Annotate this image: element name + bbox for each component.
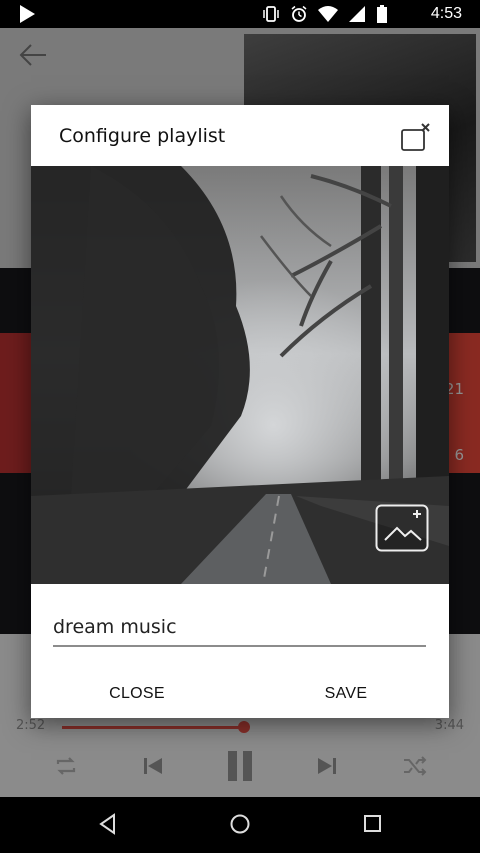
dialog-title: Configure playlist xyxy=(59,125,226,147)
signal-icon xyxy=(349,6,365,22)
configure-playlist-dialog: Configure playlist dream music CLOSE SAV… xyxy=(31,105,449,718)
navigation-bar xyxy=(0,797,480,853)
close-button[interactable]: CLOSE xyxy=(97,679,177,709)
elapsed-time: 2:52 xyxy=(16,718,46,733)
remove-image-icon[interactable] xyxy=(399,121,431,153)
pause-icon[interactable] xyxy=(226,750,254,782)
status-icons xyxy=(262,5,388,23)
battery-icon xyxy=(377,5,387,23)
playback-controls xyxy=(0,751,480,784)
status-bar: 4:53 xyxy=(0,0,480,28)
wifi-icon xyxy=(318,6,338,22)
song-thumbnail xyxy=(0,333,34,473)
status-time: 4:53 xyxy=(430,5,462,22)
vibrate-icon xyxy=(263,6,279,22)
skip-previous-icon[interactable] xyxy=(141,754,165,778)
nav-home-icon[interactable] xyxy=(229,813,251,835)
shuffle-icon[interactable] xyxy=(402,754,428,778)
play-icon xyxy=(20,5,35,23)
seek-handle[interactable] xyxy=(238,721,250,733)
total-time: 3:44 xyxy=(434,718,464,733)
playlist-name-input[interactable] xyxy=(53,613,426,647)
nav-back-icon[interactable] xyxy=(98,813,118,835)
save-button[interactable]: SAVE xyxy=(311,679,381,709)
arrow-left-icon[interactable] xyxy=(18,42,48,68)
nav-recents-icon[interactable] xyxy=(363,813,383,835)
add-photo-icon[interactable] xyxy=(375,504,429,552)
alarm-icon xyxy=(291,5,307,22)
skip-next-icon[interactable] xyxy=(315,754,339,778)
song-duration: 6 xyxy=(454,446,464,464)
repeat-icon[interactable] xyxy=(54,754,78,778)
seek-progress[interactable] xyxy=(62,726,242,729)
